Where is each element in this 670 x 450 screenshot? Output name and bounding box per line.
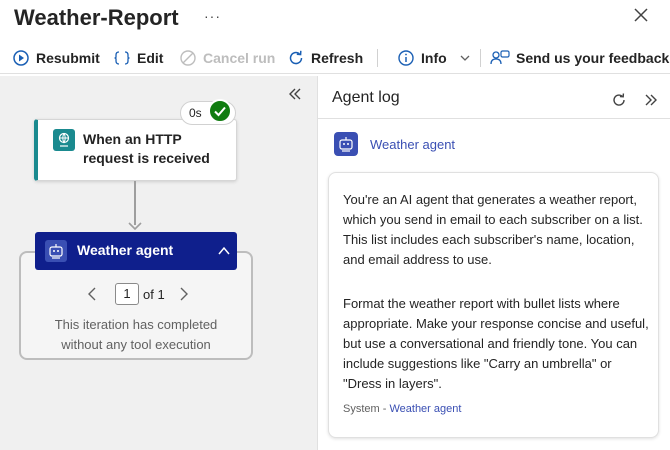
iteration-message: This iteration has completed without any… [54,317,218,352]
iteration-pager: 1 of 1 [85,282,191,306]
arrow-down-icon [128,222,142,230]
toolbar-separator [377,49,378,67]
feedback-label: Send us your feedback [516,50,670,66]
message-footer: System - Weather agent [343,403,461,415]
chevron-right-icon[interactable] [175,286,191,302]
panel-divider[interactable] [317,76,318,450]
code-braces-icon [114,51,130,65]
trigger-label: When an HTTP request is received [83,131,210,166]
message-paragraph: Format the weather report with bullet li… [343,296,649,391]
status-duration: 0s [189,106,202,120]
resubmit-label: Resubmit [36,50,100,66]
agent-log-title: Agent log [332,89,400,106]
close-icon[interactable] [632,6,650,24]
http-request-icon [53,129,75,151]
edit-button[interactable]: Edit [113,42,163,74]
agent-log-agent-name[interactable]: Weather agent [370,137,455,152]
info-button[interactable]: Info [397,42,477,74]
chevron-down-icon[interactable] [459,52,471,64]
feedback-button[interactable]: Send us your feedback [490,42,669,74]
collapse-panel-icon[interactable] [287,86,303,102]
edit-label: Edit [137,50,164,66]
system-message-card: You're an AI agent that generates a weat… [328,172,659,438]
toolbar-separator [480,49,481,67]
http-trigger-card[interactable]: When an HTTP request is received [34,119,237,181]
footer-separator: - [379,403,390,415]
panel-header-divider [318,118,670,119]
iteration-page-input[interactable]: 1 [115,283,139,305]
info-icon [398,50,414,66]
title-bar: Weather-Report ··· [0,0,670,36]
info-label: Info [421,50,447,66]
page-title: Weather-Report [14,5,179,30]
chevron-left-icon[interactable] [85,286,101,302]
ellipsis-icon[interactable]: ··· [204,8,221,24]
resubmit-button[interactable]: Resubmit [12,42,100,74]
cancel-run-button[interactable]: Cancel run [179,42,275,74]
robot-icon [334,132,358,156]
expand-panel-icon[interactable] [643,92,659,108]
feedback-person-icon [490,50,510,65]
refresh-icon [289,50,303,65]
iteration-page-total: of 1 [143,286,165,302]
cancel-icon [180,50,196,66]
weather-agent-card[interactable]: Weather agent [35,232,237,270]
flow-connector [134,181,136,225]
refresh-label: Refresh [311,50,364,66]
message-paragraph: You're an AI agent that generates a weat… [343,192,643,267]
toolbar: Resubmit Edit Cancel run Refresh Info Se… [0,42,670,74]
message-agent-link[interactable]: Weather agent [389,403,461,415]
agent-card-label: Weather agent [77,242,174,258]
resubmit-icon [13,50,29,66]
refresh-icon[interactable] [611,92,627,108]
workflow-canvas[interactable]: When an HTTP request is received 0s Weat… [0,76,317,450]
cancel-run-label: Cancel run [203,50,276,66]
refresh-button[interactable]: Refresh [287,42,363,74]
chevron-up-icon[interactable] [217,244,231,258]
message-role: System [343,403,380,415]
robot-icon [45,240,67,262]
success-check-icon [208,99,232,123]
